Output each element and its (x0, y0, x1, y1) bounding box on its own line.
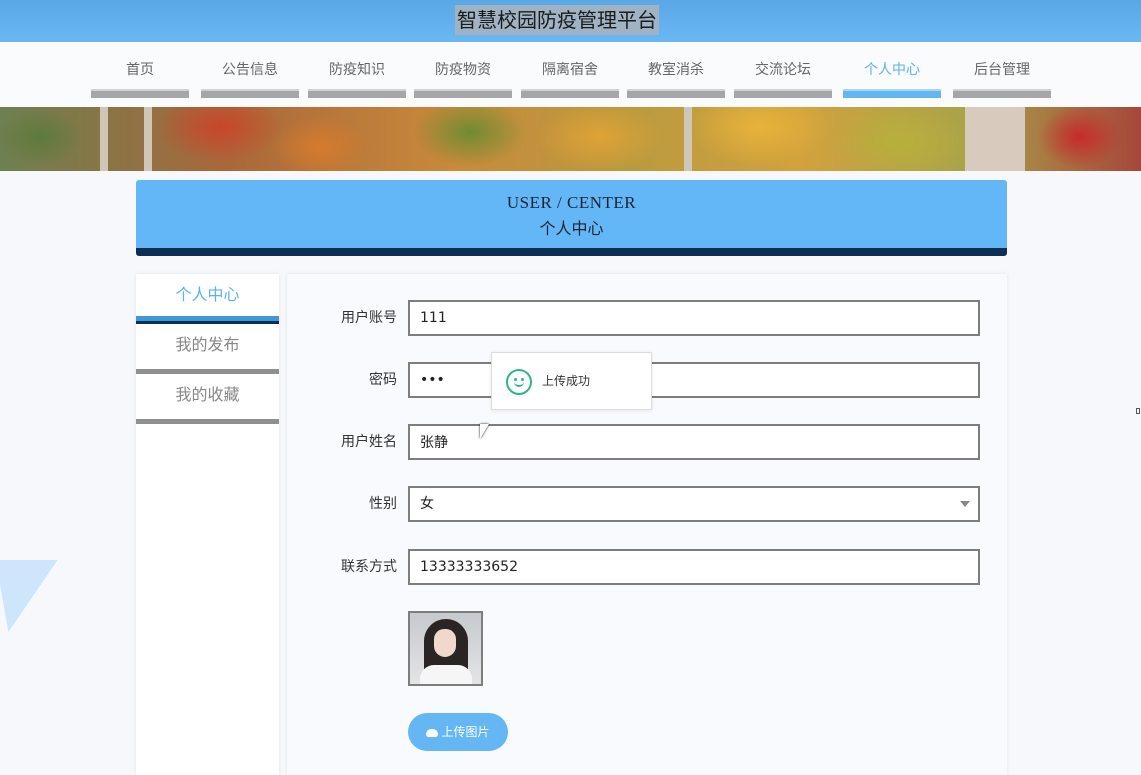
toast-message: 上传成功 (542, 374, 591, 388)
nav-item-label: 后台管理 (974, 62, 1030, 78)
nav-item-underline (734, 89, 832, 98)
edge-handle-icon (1136, 408, 1140, 414)
name-label: 用户姓名 (341, 434, 397, 450)
nav-item-supplies[interactable]: 防疫物资 (414, 52, 512, 98)
sidebar-item-label: 我的收藏 (175, 385, 240, 404)
sidebar-item-underline (136, 316, 279, 324)
sidebar-item-label: 我的发布 (175, 335, 240, 354)
mouse-cursor-icon (480, 424, 489, 439)
phone-input[interactable] (420, 551, 978, 583)
upload-image-label: 上传图片 (441, 725, 490, 739)
nav-item-underline (843, 89, 941, 98)
phone-row: 联系方式 (287, 549, 1007, 585)
phone-field[interactable] (408, 549, 980, 585)
banner-pole (144, 107, 152, 171)
gender-value: 女 (420, 496, 434, 512)
name-row: 用户姓名 (287, 424, 1007, 460)
nav-item-user-center[interactable]: 个人中心 (843, 52, 941, 98)
sidebar: 个人中心 我的发布 我的收藏 (136, 274, 279, 775)
nav-item-label: 防疫知识 (329, 62, 385, 78)
banner-building (965, 107, 1025, 171)
avatar-face (434, 629, 456, 657)
nav-item-underline (91, 89, 189, 98)
nav-item-label: 教室消杀 (648, 62, 704, 78)
nav-item-admin[interactable]: 后台管理 (953, 52, 1051, 98)
banner-image (0, 107, 1141, 171)
account-field[interactable] (408, 300, 980, 336)
nav-item-underline (414, 89, 512, 98)
nav-item-label: 防疫物资 (435, 62, 491, 78)
gender-select[interactable]: 女 (408, 486, 980, 522)
account-label: 用户账号 (341, 310, 397, 326)
chevron-down-icon[interactable] (960, 501, 970, 507)
banner-pole (684, 107, 692, 171)
password-label: 密码 (369, 372, 397, 388)
name-input[interactable] (420, 426, 978, 458)
nav-item-label: 首页 (126, 62, 154, 78)
page-header: USER / CENTER 个人中心 (136, 180, 1007, 256)
nav-item-knowledge[interactable]: 防疫知识 (308, 52, 406, 98)
nav-item-label: 交流论坛 (755, 62, 811, 78)
success-toast: 上传成功 (491, 352, 652, 410)
sidebar-item-underline (136, 419, 279, 424)
sidebar-item-my-posts[interactable]: 我的发布 (136, 324, 279, 374)
nav-item-dorm[interactable]: 隔离宿舍 (521, 52, 619, 98)
main-nav: 首页 公告信息 防疫知识 防疫物资 隔离宿舍 教室消杀 交流论坛 个人中心 后台… (0, 42, 1141, 107)
nav-item-label: 隔离宿舍 (542, 62, 598, 78)
nav-item-underline (521, 89, 619, 98)
nav-item-underline (953, 89, 1051, 98)
smile-icon (506, 369, 532, 395)
gender-label: 性别 (369, 496, 397, 512)
account-input[interactable] (420, 302, 978, 334)
nav-item-underline (201, 89, 299, 98)
account-row: 用户账号 (287, 300, 1007, 336)
site-title: 智慧校园防疫管理平台 (455, 5, 659, 35)
profile-form: 用户账号 密码 ••• 用户姓名 性别 女 联系方式 上传图片 (287, 274, 1007, 775)
title-bar: 智慧校园防疫管理平台 (0, 0, 1141, 42)
page-title: 个人中心 (539, 219, 604, 238)
sidebar-item-my-favorites[interactable]: 我的收藏 (136, 374, 279, 424)
nav-item-underline (308, 89, 406, 98)
nav-item-forum[interactable]: 交流论坛 (734, 52, 832, 98)
phone-label: 联系方式 (341, 559, 397, 575)
nav-item-label: 个人中心 (864, 62, 920, 78)
nav-item-disinfection[interactable]: 教室消杀 (627, 52, 725, 98)
page-title-en: USER / CENTER (506, 193, 637, 212)
password-input[interactable]: ••• (420, 372, 445, 388)
decorative-triangle (0, 560, 71, 632)
avatar (408, 611, 483, 686)
smile-mouth (514, 381, 524, 387)
gender-row: 性别 女 (287, 486, 1007, 522)
name-field[interactable] (408, 424, 980, 460)
avatar-body (420, 665, 472, 684)
nav-item-underline (627, 89, 725, 98)
upload-image-button[interactable]: 上传图片 (408, 713, 508, 751)
cloud-upload-icon (426, 729, 439, 737)
banner-pole (100, 107, 108, 171)
nav-item-home[interactable]: 首页 (91, 52, 189, 98)
sidebar-item-label: 个人中心 (175, 285, 240, 304)
nav-item-announcements[interactable]: 公告信息 (201, 52, 299, 98)
nav-item-label: 公告信息 (222, 62, 278, 78)
sidebar-item-user-center[interactable]: 个人中心 (136, 274, 279, 324)
